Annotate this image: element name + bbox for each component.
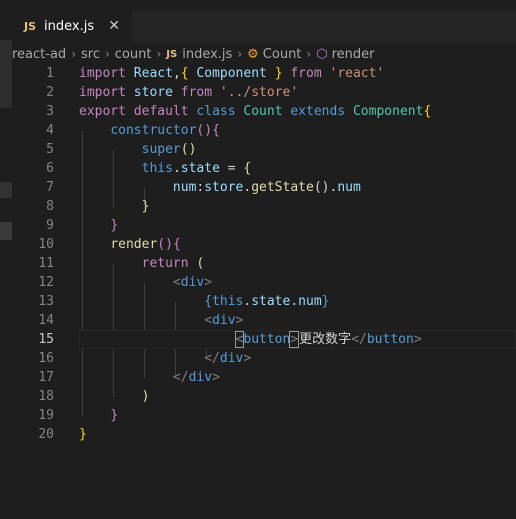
code-line: 18 ) xyxy=(12,387,516,406)
code-line: 10 render(){ xyxy=(12,235,516,254)
panel-edge xyxy=(0,182,12,198)
line-number: 6 xyxy=(46,161,54,176)
code-text: <div> xyxy=(172,275,213,290)
line-number: 15 xyxy=(38,332,54,347)
code-line: 14 <div> xyxy=(12,311,516,330)
code-text: constructor(){ xyxy=(110,123,220,138)
line-number: 17 xyxy=(38,370,54,385)
tab-index-js[interactable]: JS index.js ✕ xyxy=(12,10,132,42)
breadcrumb-item-file[interactable]: index.js xyxy=(182,47,232,62)
editor-window: JS index.js ✕ react-ad › src › count › J… xyxy=(0,0,516,519)
code-text: num:store.getState().num xyxy=(172,180,361,195)
code-line: 2 import store from '../store' xyxy=(12,83,516,102)
code-text: return ( xyxy=(141,256,205,271)
line-number: 7 xyxy=(46,180,54,195)
code-text: </div> xyxy=(204,351,252,366)
activity-bar-edge xyxy=(0,0,12,519)
line-number: 13 xyxy=(38,294,54,309)
code-line: 12 <div> xyxy=(12,273,516,292)
line-number: 16 xyxy=(38,351,54,366)
code-text: {this.state.num} xyxy=(204,294,330,309)
code-text: render(){ xyxy=(110,237,181,252)
line-number: 11 xyxy=(38,256,54,271)
code-line: 19 } xyxy=(12,406,516,425)
code-line: 11 return ( xyxy=(12,254,516,273)
chevron-right-icon: › xyxy=(237,47,243,61)
code-text: ) xyxy=(141,389,150,404)
code-line: 17 </div> xyxy=(12,368,516,387)
code-text: super() xyxy=(141,142,197,157)
code-line: 16 </div> xyxy=(12,349,516,368)
js-file-icon: JS xyxy=(24,19,37,33)
js-file-icon: JS xyxy=(166,48,178,60)
code-editor[interactable]: 1 import React,{ Component } from 'react… xyxy=(12,64,516,519)
chevron-right-icon: › xyxy=(156,47,162,61)
code-text: import React,{ Component } from 'react' xyxy=(79,66,385,81)
code-line: 1 import React,{ Component } from 'react… xyxy=(12,64,516,83)
code-line: 8 } xyxy=(12,197,516,216)
line-number: 20 xyxy=(38,427,54,442)
line-number: 8 xyxy=(46,199,54,214)
method-symbol-icon: ⬡ xyxy=(316,46,328,62)
line-number: 5 xyxy=(46,142,54,157)
code-text: <button>更改数字</button> xyxy=(234,331,422,348)
line-number: 12 xyxy=(38,275,54,290)
code-line: 7 num:store.getState().num xyxy=(12,178,516,197)
line-number: 1 xyxy=(46,66,54,81)
code-line: 6 this.state = { xyxy=(12,159,516,178)
line-number: 10 xyxy=(38,237,54,252)
tab-label: index.js xyxy=(44,18,95,34)
code-text: } xyxy=(141,199,150,214)
code-line: 5 super() xyxy=(12,140,516,159)
code-text: } xyxy=(79,427,87,442)
code-line: 3 export default class Count extends Com… xyxy=(12,102,516,121)
code-text: </div> xyxy=(172,370,220,385)
code-text: <div> xyxy=(204,313,244,328)
code-text: } xyxy=(110,218,119,233)
chevron-right-icon: › xyxy=(104,47,110,61)
breadcrumb-item-folder[interactable]: src xyxy=(81,47,100,62)
code-line: 4 constructor(){ xyxy=(12,121,516,140)
code-text: } xyxy=(110,408,119,423)
close-icon[interactable]: ✕ xyxy=(108,19,120,33)
code-line-current: 15 <button>更改数字</button> xyxy=(12,330,516,349)
breadcrumb-item-folder[interactable]: count xyxy=(115,47,152,62)
code-line: 9 } xyxy=(12,216,516,235)
breadcrumb-item-method[interactable]: render xyxy=(332,47,375,62)
breadcrumb: react-ad › src › count › JS index.js › ⚙… xyxy=(12,42,516,66)
line-number: 14 xyxy=(38,313,54,328)
chevron-right-icon: › xyxy=(306,47,312,61)
code-line: 13 {this.state.num} xyxy=(12,292,516,311)
panel-edge xyxy=(0,40,12,108)
line-number: 18 xyxy=(38,389,54,404)
line-number: 19 xyxy=(38,408,54,423)
code-text: this.state = { xyxy=(141,161,252,176)
chevron-right-icon: › xyxy=(71,47,76,61)
line-number: 9 xyxy=(46,218,54,233)
code-text: export default class Count extends Compo… xyxy=(79,104,432,119)
breadcrumb-item-folder[interactable]: react-ad xyxy=(12,47,66,62)
panel-edge xyxy=(0,222,12,240)
code-line: 20 } xyxy=(12,425,516,444)
breadcrumb-item-class[interactable]: Count xyxy=(263,47,302,62)
line-number: 3 xyxy=(46,104,54,119)
tab-bar: JS index.js ✕ xyxy=(12,10,516,42)
line-number: 4 xyxy=(46,123,54,138)
line-number: 2 xyxy=(46,85,54,100)
class-symbol-icon: ⚙ xyxy=(247,46,259,62)
code-text: import store from '../store' xyxy=(79,85,299,100)
